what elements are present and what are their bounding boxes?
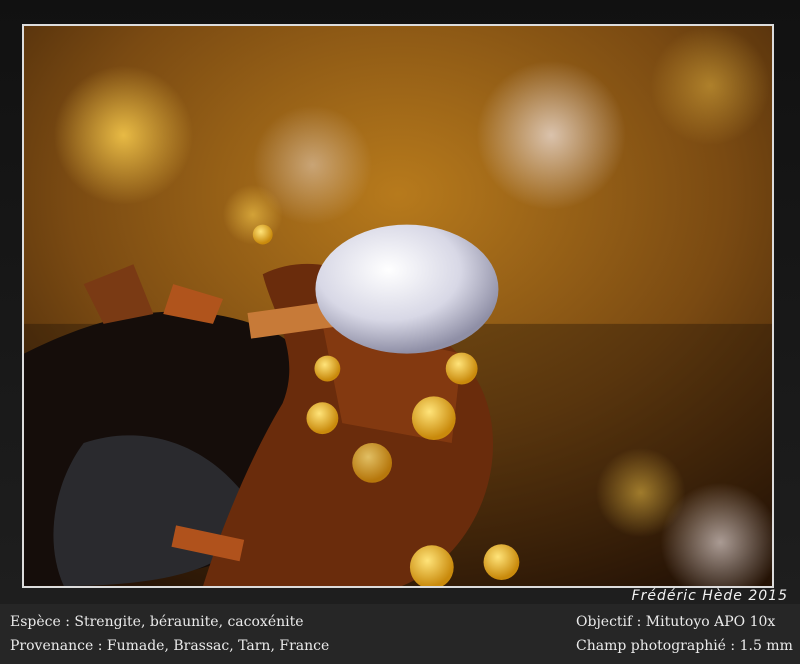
mineral-photo [24, 26, 772, 586]
species-label: Espèce : Strengite, béraunite, cacoxénit… [10, 614, 304, 630]
field-label: Champ photographié : 1.5 mm [576, 638, 793, 654]
caption-bar: Espèce : Strengite, béraunite, cacoxénit… [0, 604, 800, 664]
objective-label: Objectif : Mitutoyo APO 10x [576, 614, 776, 630]
photographer-credit: Frédéric Hède 2015 [631, 588, 788, 604]
provenance-label: Provenance : Fumade, Brassac, Tarn, Fran… [10, 638, 330, 654]
photo-border [22, 24, 774, 588]
photo-frame [0, 0, 800, 604]
